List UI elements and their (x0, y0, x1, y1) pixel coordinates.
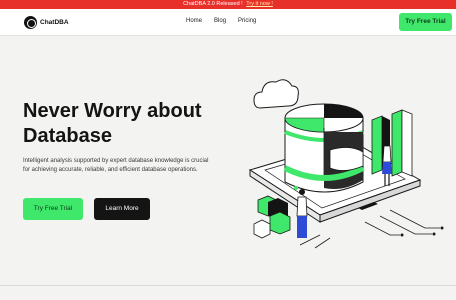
announcement-link[interactable]: Try it now ! (246, 1, 273, 7)
learn-more-button[interactable]: Learn More (94, 198, 150, 220)
hero-title: Never Worry about Database (23, 99, 213, 149)
announcement-bar: ChatDBA 2.0 Released ! Try it now ! (0, 0, 456, 9)
database-illustration (248, 79, 444, 249)
nav-link-home[interactable]: Home (186, 18, 202, 24)
announcement-text: ChatDBA 2.0 Released ! (183, 1, 243, 7)
chatdba-logo-icon (24, 16, 37, 29)
hero-trial-button[interactable]: Try Free Trial (23, 198, 83, 220)
hero-title-line2: Database (23, 125, 112, 147)
hero-description: Intelligent analysis supported by expert… (23, 158, 209, 174)
nav-links: Home Blog Pricing (186, 18, 256, 24)
nav-link-blog[interactable]: Blog (214, 18, 226, 24)
nav-link-pricing[interactable]: Pricing (238, 18, 256, 24)
hero-title-line1: Never Worry about (23, 100, 202, 122)
brand-name: ChatDBA (40, 19, 69, 26)
nav-trial-button[interactable]: Try Free Trial (399, 13, 452, 31)
section-divider (0, 285, 456, 286)
brand-logo[interactable]: ChatDBA (24, 16, 69, 29)
top-navigation: ChatDBA Home Blog Pricing Try Free Trial (0, 9, 456, 36)
